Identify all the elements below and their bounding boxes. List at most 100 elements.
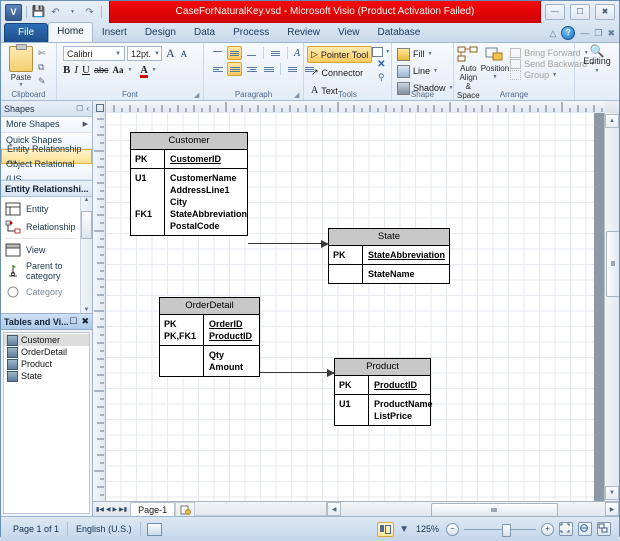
zoom-in-button[interactable]: +	[541, 522, 554, 536]
redo-icon[interactable]: ↷	[82, 5, 97, 20]
normal-view-icon[interactable]	[377, 521, 395, 537]
save-icon[interactable]: 💾	[31, 5, 46, 20]
first-page-icon[interactable]: ▮◀	[96, 506, 104, 513]
format-painter-icon[interactable]: ✎	[38, 76, 46, 87]
font-color-dropdown-icon[interactable]: ▼	[152, 67, 157, 73]
tab-process[interactable]: Process	[224, 23, 278, 42]
paste-button[interactable]: Paste ▼	[4, 44, 38, 88]
tables-restore-icon[interactable]: ☐	[69, 316, 77, 327]
stencil-item-view[interactable]: View	[1, 241, 80, 259]
connector-customer-state[interactable]	[248, 240, 329, 248]
italic-button[interactable]: I	[74, 64, 78, 76]
change-case-dropdown-icon[interactable]: ▼	[127, 67, 132, 73]
page-tab-page-1[interactable]: Page-1	[130, 502, 176, 516]
scroll-down-icon[interactable]: ▼	[605, 486, 619, 500]
align-middle-button[interactable]	[227, 46, 242, 60]
vertical-ruler[interactable]	[93, 113, 106, 501]
fill-dropdown-icon[interactable]: ▼	[428, 51, 433, 57]
align-left-button[interactable]	[210, 62, 225, 76]
area-select-dropdown-icon[interactable]: ▼	[385, 49, 390, 55]
sidebar-item-object-relational[interactable]: Object Relational (US ...	[1, 159, 92, 184]
entity-orderdetail[interactable]: OrderDetail PK PK,FK1 OrderID ProductID	[159, 297, 260, 377]
scroll-right-icon[interactable]: ▶	[605, 502, 619, 516]
font-size-combo[interactable]: 12pt. ▼	[127, 46, 162, 61]
zoom-slider-handle[interactable]	[502, 523, 511, 537]
align-top-button[interactable]	[210, 46, 225, 60]
scroll-up-icon[interactable]: ▲	[605, 114, 619, 128]
tab-view[interactable]: View	[329, 23, 369, 42]
list-item[interactable]: State	[4, 370, 89, 382]
area-select-icon[interactable]	[372, 47, 384, 57]
close-icon[interactable]: ✖	[595, 4, 615, 20]
font-dialog-launcher[interactable]: ◢	[194, 92, 201, 99]
delete-icon[interactable]: ✕	[377, 59, 385, 70]
entity-state[interactable]: State PK StateAbbreviation StateName	[328, 228, 450, 284]
position-button[interactable]: Position ▼	[481, 46, 509, 82]
v-scroll-track[interactable]	[605, 128, 619, 485]
v-scroll-thumb[interactable]	[605, 231, 619, 297]
paste-dropdown-icon[interactable]: ▼	[19, 82, 24, 88]
stencil-item-category[interactable]: Category	[1, 283, 80, 301]
align-center-button[interactable]	[227, 62, 242, 76]
scroll-left-icon[interactable]: ◀	[327, 502, 341, 516]
tables-close-icon[interactable]: ✖	[81, 316, 89, 327]
pan-zoom-icon[interactable]: ⚲	[378, 72, 385, 83]
minimize-ribbon-icon[interactable]: △	[549, 28, 556, 39]
connector-tool-button[interactable]: ↗ Connector	[307, 64, 372, 81]
drawing-canvas[interactable]: Customer PK CustomerID U1 FK1 CustomerNa…	[106, 113, 604, 501]
previous-page-icon[interactable]: ◀	[106, 506, 111, 513]
grow-font-icon[interactable]: A	[164, 46, 177, 61]
position-dropdown-icon[interactable]: ▼	[492, 73, 497, 82]
bold-button[interactable]: B	[63, 64, 70, 76]
align-right-button[interactable]	[244, 62, 259, 76]
arrange-windows-icon[interactable]	[597, 522, 611, 536]
minimize-icon[interactable]: —	[545, 4, 565, 20]
doc-minimize-icon[interactable]: —	[580, 28, 589, 38]
entity-product[interactable]: Product PK ProductID U1 ProductName List	[334, 358, 433, 426]
shapes-restore-icon[interactable]: ☐	[76, 104, 83, 113]
insert-page-icon[interactable]	[175, 502, 196, 516]
full-screen-icon[interactable]: ▼	[399, 524, 409, 535]
stencil-scroll-down-icon[interactable]: ▼	[84, 307, 90, 313]
list-item[interactable]: Product	[4, 358, 89, 370]
visio-icon[interactable]: V	[5, 3, 22, 21]
stencil-scroll-thumb[interactable]	[81, 211, 92, 239]
justify-button[interactable]	[261, 62, 276, 76]
restore-icon[interactable]: ☐	[570, 4, 590, 20]
language-status[interactable]: English (U.S.)	[68, 522, 141, 536]
h-scroll-track[interactable]	[341, 503, 605, 517]
pointer-tool-button[interactable]: ▷ Pointer Tool	[307, 46, 373, 63]
next-page-icon[interactable]: ▶	[113, 506, 118, 513]
underline-button[interactable]: U	[82, 64, 90, 76]
tab-file[interactable]: File	[4, 23, 49, 42]
stencil-item-parent-to-category[interactable]: Parent to category	[1, 259, 80, 283]
undo-icon[interactable]: ↶	[48, 5, 63, 20]
tab-data[interactable]: Data	[185, 23, 224, 42]
line-button[interactable]: Line ▼	[397, 63, 438, 79]
fit-width-icon[interactable]	[578, 522, 592, 536]
horizontal-scrollbar[interactable]: ◀ ▶	[326, 502, 619, 517]
text-direction-icon[interactable]: A	[292, 48, 302, 59]
copy-icon[interactable]: ⧉	[38, 62, 46, 73]
doc-restore-icon[interactable]: ❐	[594, 28, 602, 39]
editing-button[interactable]: 🔍 Editing ▼	[578, 45, 616, 76]
strikethrough-button[interactable]: abc	[94, 65, 109, 75]
decrease-indent-icon[interactable]	[285, 62, 300, 76]
align-bottom-button[interactable]	[244, 46, 259, 60]
tab-review[interactable]: Review	[278, 23, 329, 42]
shrink-font-icon[interactable]: A	[179, 49, 190, 59]
fit-page-icon[interactable]	[559, 522, 573, 536]
help-icon[interactable]: ?	[561, 26, 576, 40]
list-item[interactable]: OrderDetail	[4, 346, 89, 358]
macro-record-icon[interactable]	[146, 522, 162, 536]
line-dropdown-icon[interactable]: ▼	[433, 68, 438, 74]
last-page-icon[interactable]: ▶▮	[119, 506, 127, 513]
editing-dropdown-icon[interactable]: ▼	[595, 66, 600, 76]
zoom-slider-track[interactable]	[464, 523, 536, 537]
stencil-scroll-up-icon[interactable]: ▲	[84, 197, 90, 203]
font-name-combo[interactable]: Calibri ▼	[63, 46, 125, 61]
doc-close-icon[interactable]: ✖	[607, 28, 615, 39]
h-scroll-thumb[interactable]	[431, 503, 558, 517]
group-dropdown-icon[interactable]: ▼	[552, 72, 557, 78]
paragraph-dialog-launcher[interactable]: ◢	[294, 92, 301, 99]
